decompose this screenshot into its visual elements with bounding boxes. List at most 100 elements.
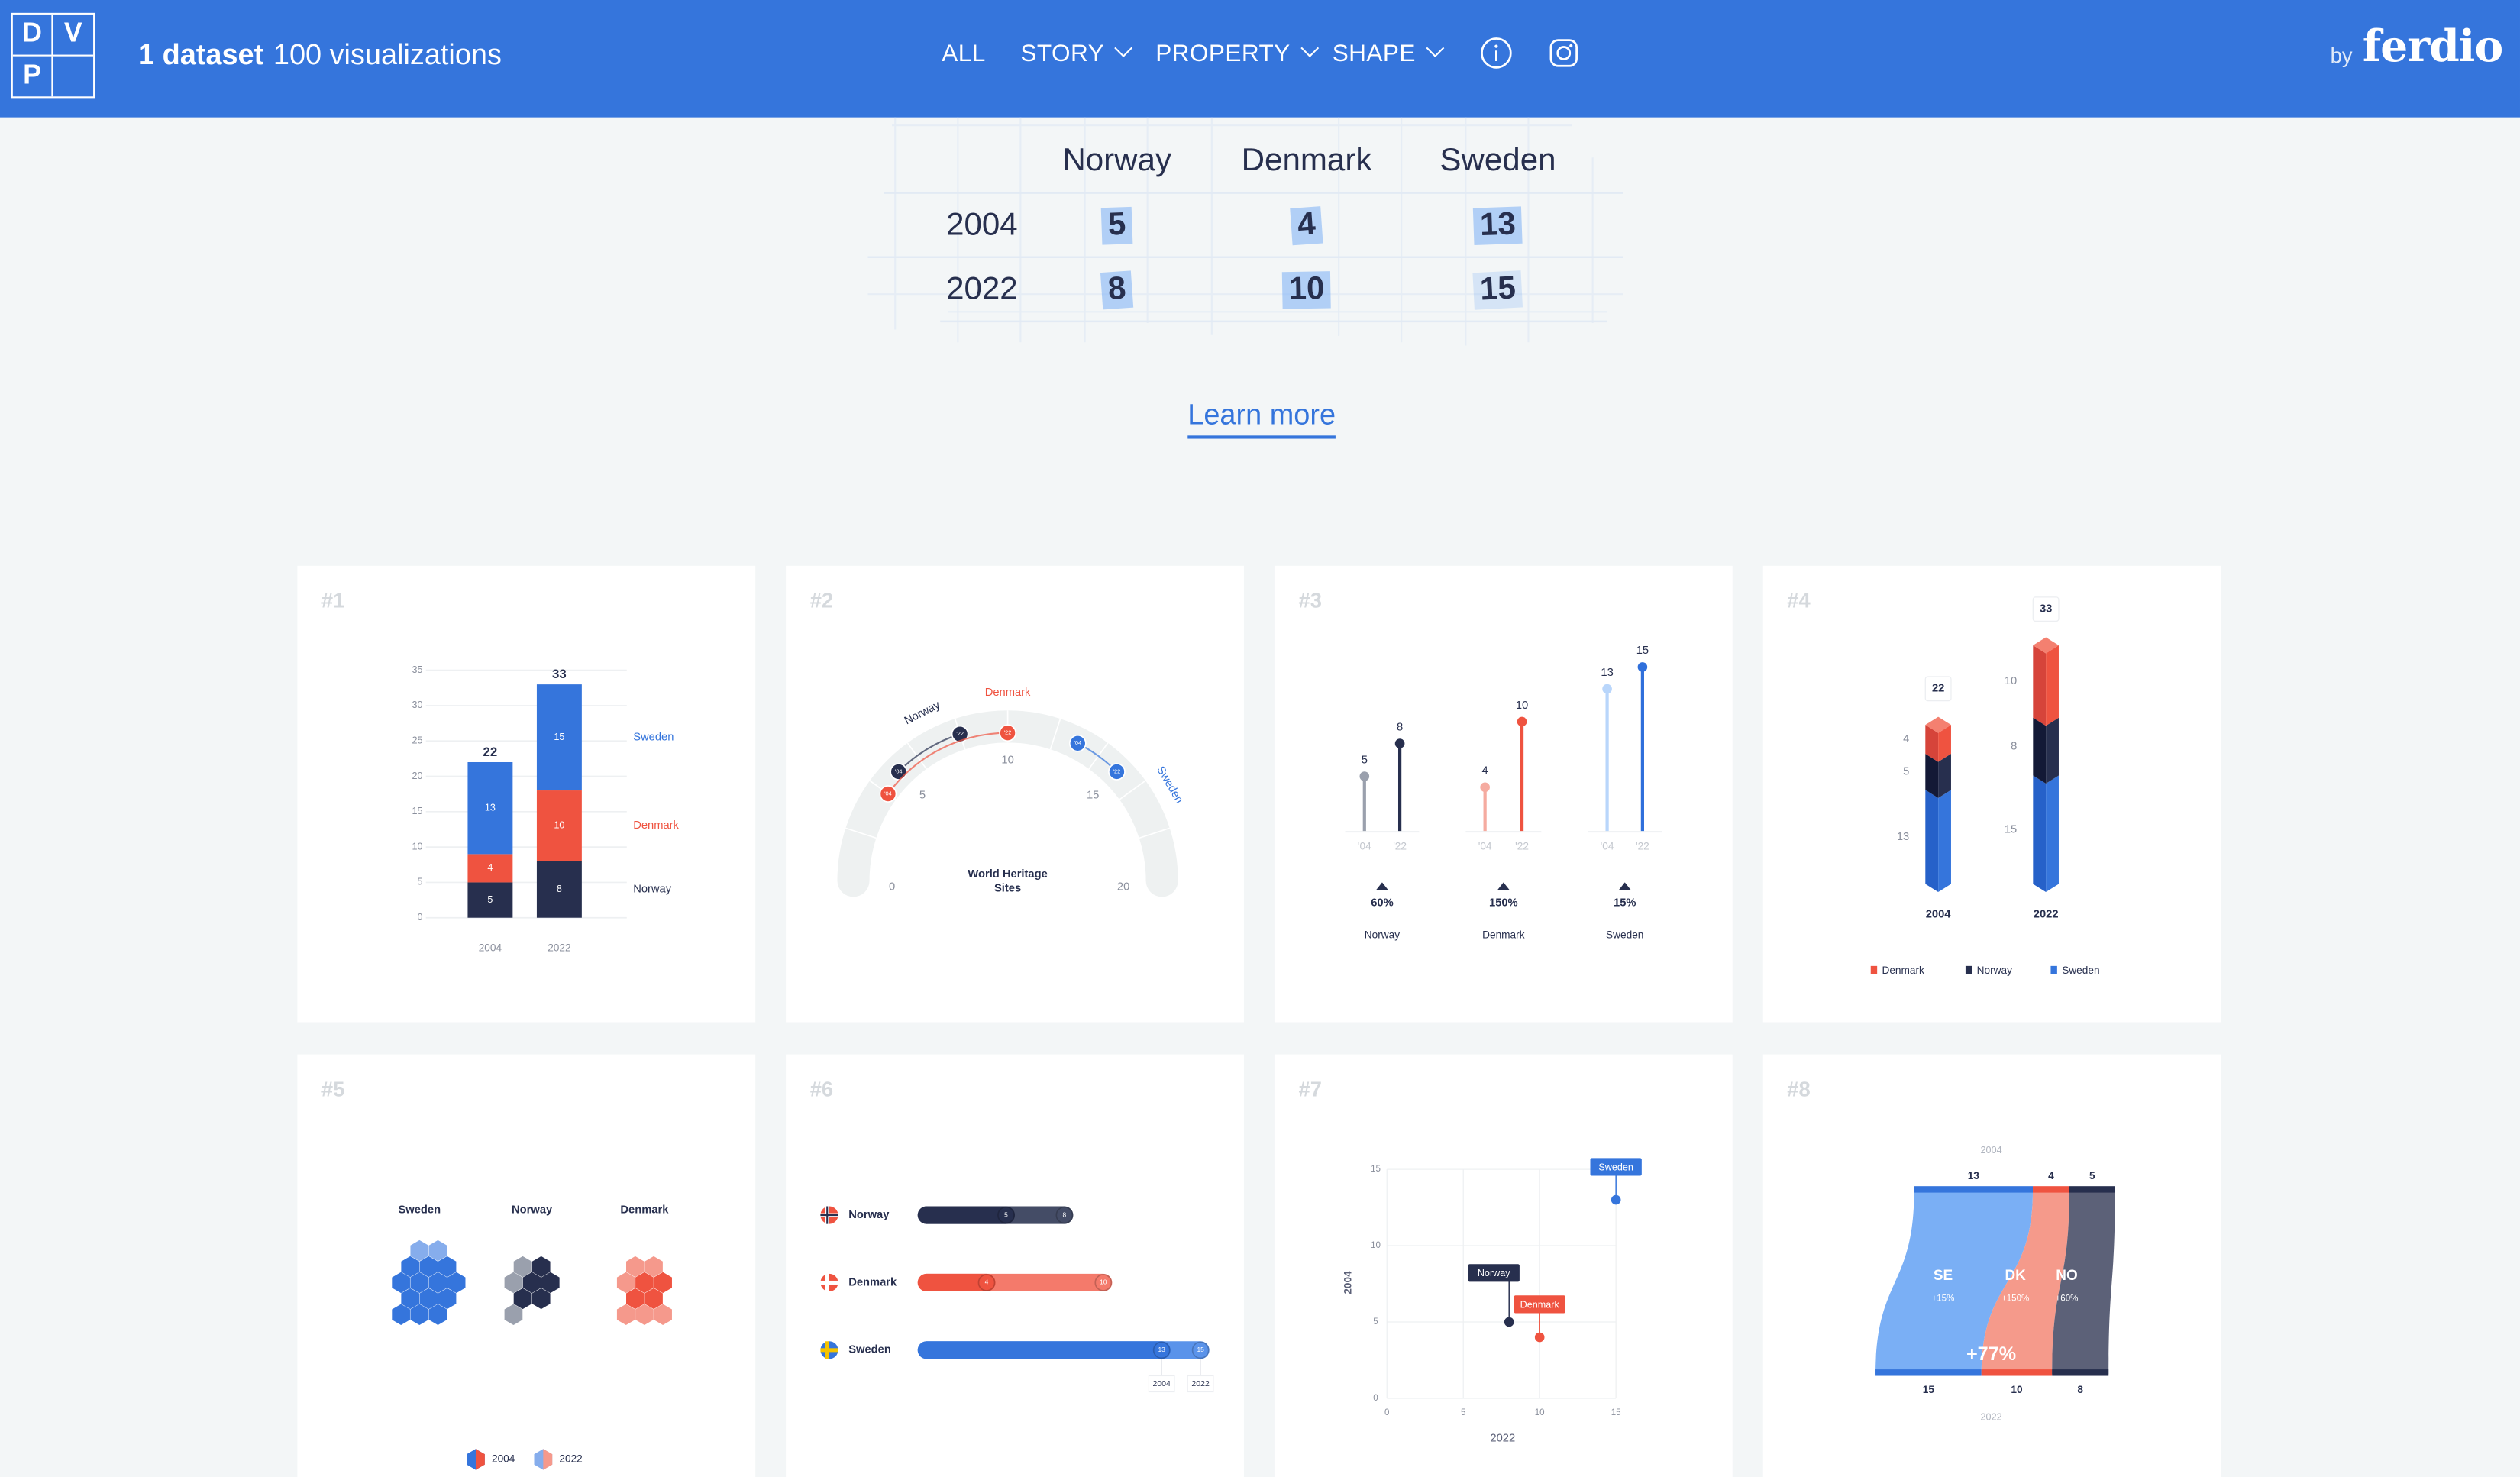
point-label: Sweden xyxy=(1598,1162,1633,1172)
gauge-title: Sites xyxy=(994,883,1021,895)
change-label: 15% xyxy=(1614,897,1636,910)
learn-more-link[interactable]: Learn more xyxy=(1187,399,1336,439)
total-change: +77% xyxy=(1966,1343,2016,1365)
year-label: '22 xyxy=(1636,841,1649,852)
denmark-flag-icon xyxy=(820,1273,838,1292)
viz-card-5[interactable]: #5 Sweden Norway Denmark 2004 2022 xyxy=(297,1054,756,1477)
bar-total: 33 xyxy=(552,667,567,681)
table-cell: 8 xyxy=(1100,270,1134,310)
bottom-value: 10 xyxy=(2011,1384,2023,1395)
x-tick-label: 10 xyxy=(1535,1408,1545,1417)
legend-label: 2004 xyxy=(492,1453,515,1465)
y-tick-label: 35 xyxy=(412,664,422,675)
nav-story[interactable]: STORY xyxy=(1020,39,1133,68)
point-year-label: '04 xyxy=(884,790,892,797)
bottom-bar-segment xyxy=(2052,1369,2109,1376)
instagram-icon[interactable] xyxy=(1549,39,1578,68)
nav-all[interactable]: ALL xyxy=(942,40,985,68)
viz-card-6[interactable]: #6 Norway 5 8 Denmark 4 10 Sweden 13 15 2004 2022 xyxy=(786,1054,1244,1477)
bar-total: 22 xyxy=(1932,683,1944,695)
x-tick-label: 15 xyxy=(1611,1408,1621,1417)
top-bar: D V P 1 dataset 100 visualizations ALL ST… xyxy=(0,0,2520,118)
category-label: Norway xyxy=(512,1204,553,1217)
year-label: '04 xyxy=(1478,841,1492,852)
category-label: Sweden xyxy=(398,1204,441,1217)
viz-card-7[interactable]: #7 0 5 10 15 0 5 10 15 2022 2004 Norway Denmark Swede… xyxy=(1274,1054,1733,1477)
lollipop-dot xyxy=(1359,771,1370,781)
category-label: Denmark xyxy=(620,1204,669,1217)
node-code: NO xyxy=(2056,1268,2077,1284)
flag-cross xyxy=(825,1341,829,1359)
table-cell: 15 xyxy=(1472,270,1523,310)
legend-swatch xyxy=(1965,965,1972,974)
x-tick-label: 5 xyxy=(1461,1408,1465,1417)
chevron-down-icon xyxy=(1300,39,1319,58)
y-tick-label: 0 xyxy=(1373,1394,1378,1403)
top-bar-segment xyxy=(1914,1186,2034,1193)
logo-letter: P xyxy=(13,55,53,97)
value-label: 5 xyxy=(1362,754,1368,766)
bar-2004 xyxy=(917,1341,1171,1359)
flag-cross xyxy=(820,1348,838,1353)
bar-value: 15 xyxy=(1197,1346,1204,1353)
x-tick-label: 2022 xyxy=(2034,908,2059,920)
bar-face-right xyxy=(2046,717,2059,784)
point-year-label: '04 xyxy=(1074,739,1082,746)
series-label: Sweden xyxy=(633,731,674,743)
table-cell: 5 xyxy=(1100,206,1133,245)
category-label: Denmark xyxy=(848,1276,897,1288)
bar-face-left xyxy=(1925,790,1939,893)
bar-2004 xyxy=(917,1273,996,1292)
bar-face-right xyxy=(2046,775,2059,893)
group-label: Denmark xyxy=(1482,929,1525,940)
flow-chart: 2004 2022 13 15 SE +15% 4 10 DK +150% 5 8 NO +60% +77% xyxy=(1875,1145,2115,1423)
bottom-bar-segment xyxy=(1875,1369,1982,1376)
point-year-label: '22 xyxy=(956,730,964,737)
value-label: 10 xyxy=(1516,700,1528,712)
series-label: Sweden xyxy=(1154,764,1185,806)
nav-shape[interactable]: SHAPE xyxy=(1333,39,1445,67)
3d-stacked-bar-chart: 13 5 4 22 2004 15 8 10 33 2022 Denmark Norway Sweden xyxy=(1870,596,2100,976)
viz-card-4[interactable]: #4 13 5 4 22 2004 15 8 10 33 2022 Denmark Norway Swed… xyxy=(1762,565,2221,1023)
flag-cross xyxy=(825,1273,829,1292)
gauge-tick-label: 0 xyxy=(889,881,895,894)
lollipop-dot xyxy=(1517,716,1527,727)
bottom-label: 2022 xyxy=(1981,1412,2002,1423)
legend-label: 2022 xyxy=(559,1453,582,1465)
segment-value: 10 xyxy=(2005,675,2017,687)
year-label: '04 xyxy=(1358,841,1371,852)
flag-cross xyxy=(820,1280,838,1285)
bar-total: 22 xyxy=(483,745,498,759)
lollipop-dot xyxy=(1637,662,1648,672)
stacked-bar-chart: 0 5 10 15 20 25 30 35 5 4 13 22 2004 8 10 15 33 2022 Norwa… xyxy=(412,664,679,953)
horizontal-bar-chart: Norway 5 8 Denmark 4 10 Sweden 13 15 2004 2022 xyxy=(820,1206,1214,1393)
table-cell: 10 xyxy=(1281,271,1332,309)
segment-value: 15 xyxy=(554,732,564,742)
bar-face-right xyxy=(1938,790,1951,893)
x-tick-label: 2004 xyxy=(1926,908,1952,920)
series-label: Norway xyxy=(903,699,942,727)
nav-label: STORY xyxy=(1020,40,1105,68)
y-tick-label: 5 xyxy=(1373,1317,1378,1327)
node-change: +60% xyxy=(2056,1294,2079,1304)
scatter-point xyxy=(1534,1332,1545,1343)
info-icon[interactable] xyxy=(1480,37,1512,69)
lollipop-dot xyxy=(1394,738,1405,748)
lollipop-chart: 5 '04 8 '22 60% Norway 4 '04 10 '22 150% Denmark 13 '… xyxy=(1345,645,1662,940)
viz-card-8[interactable]: #8 2004 2022 13 15 SE +15% 4 10 DK +150% 5 8 NO +60% +7… xyxy=(1762,1054,2221,1477)
bar-value: 4 xyxy=(985,1278,989,1286)
bar-value: 8 xyxy=(1063,1210,1067,1218)
viz-card-2[interactable]: #2 0 5 10 15 20'04'22 Norway '04'22 Denmark '04'2… xyxy=(786,565,1244,1023)
ferdio-logo[interactable]: ferdio xyxy=(2363,22,2504,72)
title-bold: 1 dataset xyxy=(137,38,264,71)
gauge-title: World Heritage xyxy=(968,868,1047,881)
nav-property[interactable]: PROPERTY xyxy=(1155,39,1319,67)
dvp-logo[interactable]: D V P xyxy=(11,12,95,99)
viz-card-3[interactable]: #3 5'04 8'22 60% Norway 4'04 10'22 150% Denmark 1… xyxy=(1274,565,1733,1023)
viz-card-1[interactable]: #1 0 5 10 15 20 25 30 35 5 4 13 22 2004 8 10 15 33 2022 Nor… xyxy=(297,565,756,1023)
change-label: 150% xyxy=(1489,897,1518,910)
top-bar-segment xyxy=(2069,1186,2115,1193)
x-tick-label: 2004 xyxy=(479,942,502,953)
series-label: Norway xyxy=(633,884,672,896)
y-tick-label: 0 xyxy=(417,912,422,923)
